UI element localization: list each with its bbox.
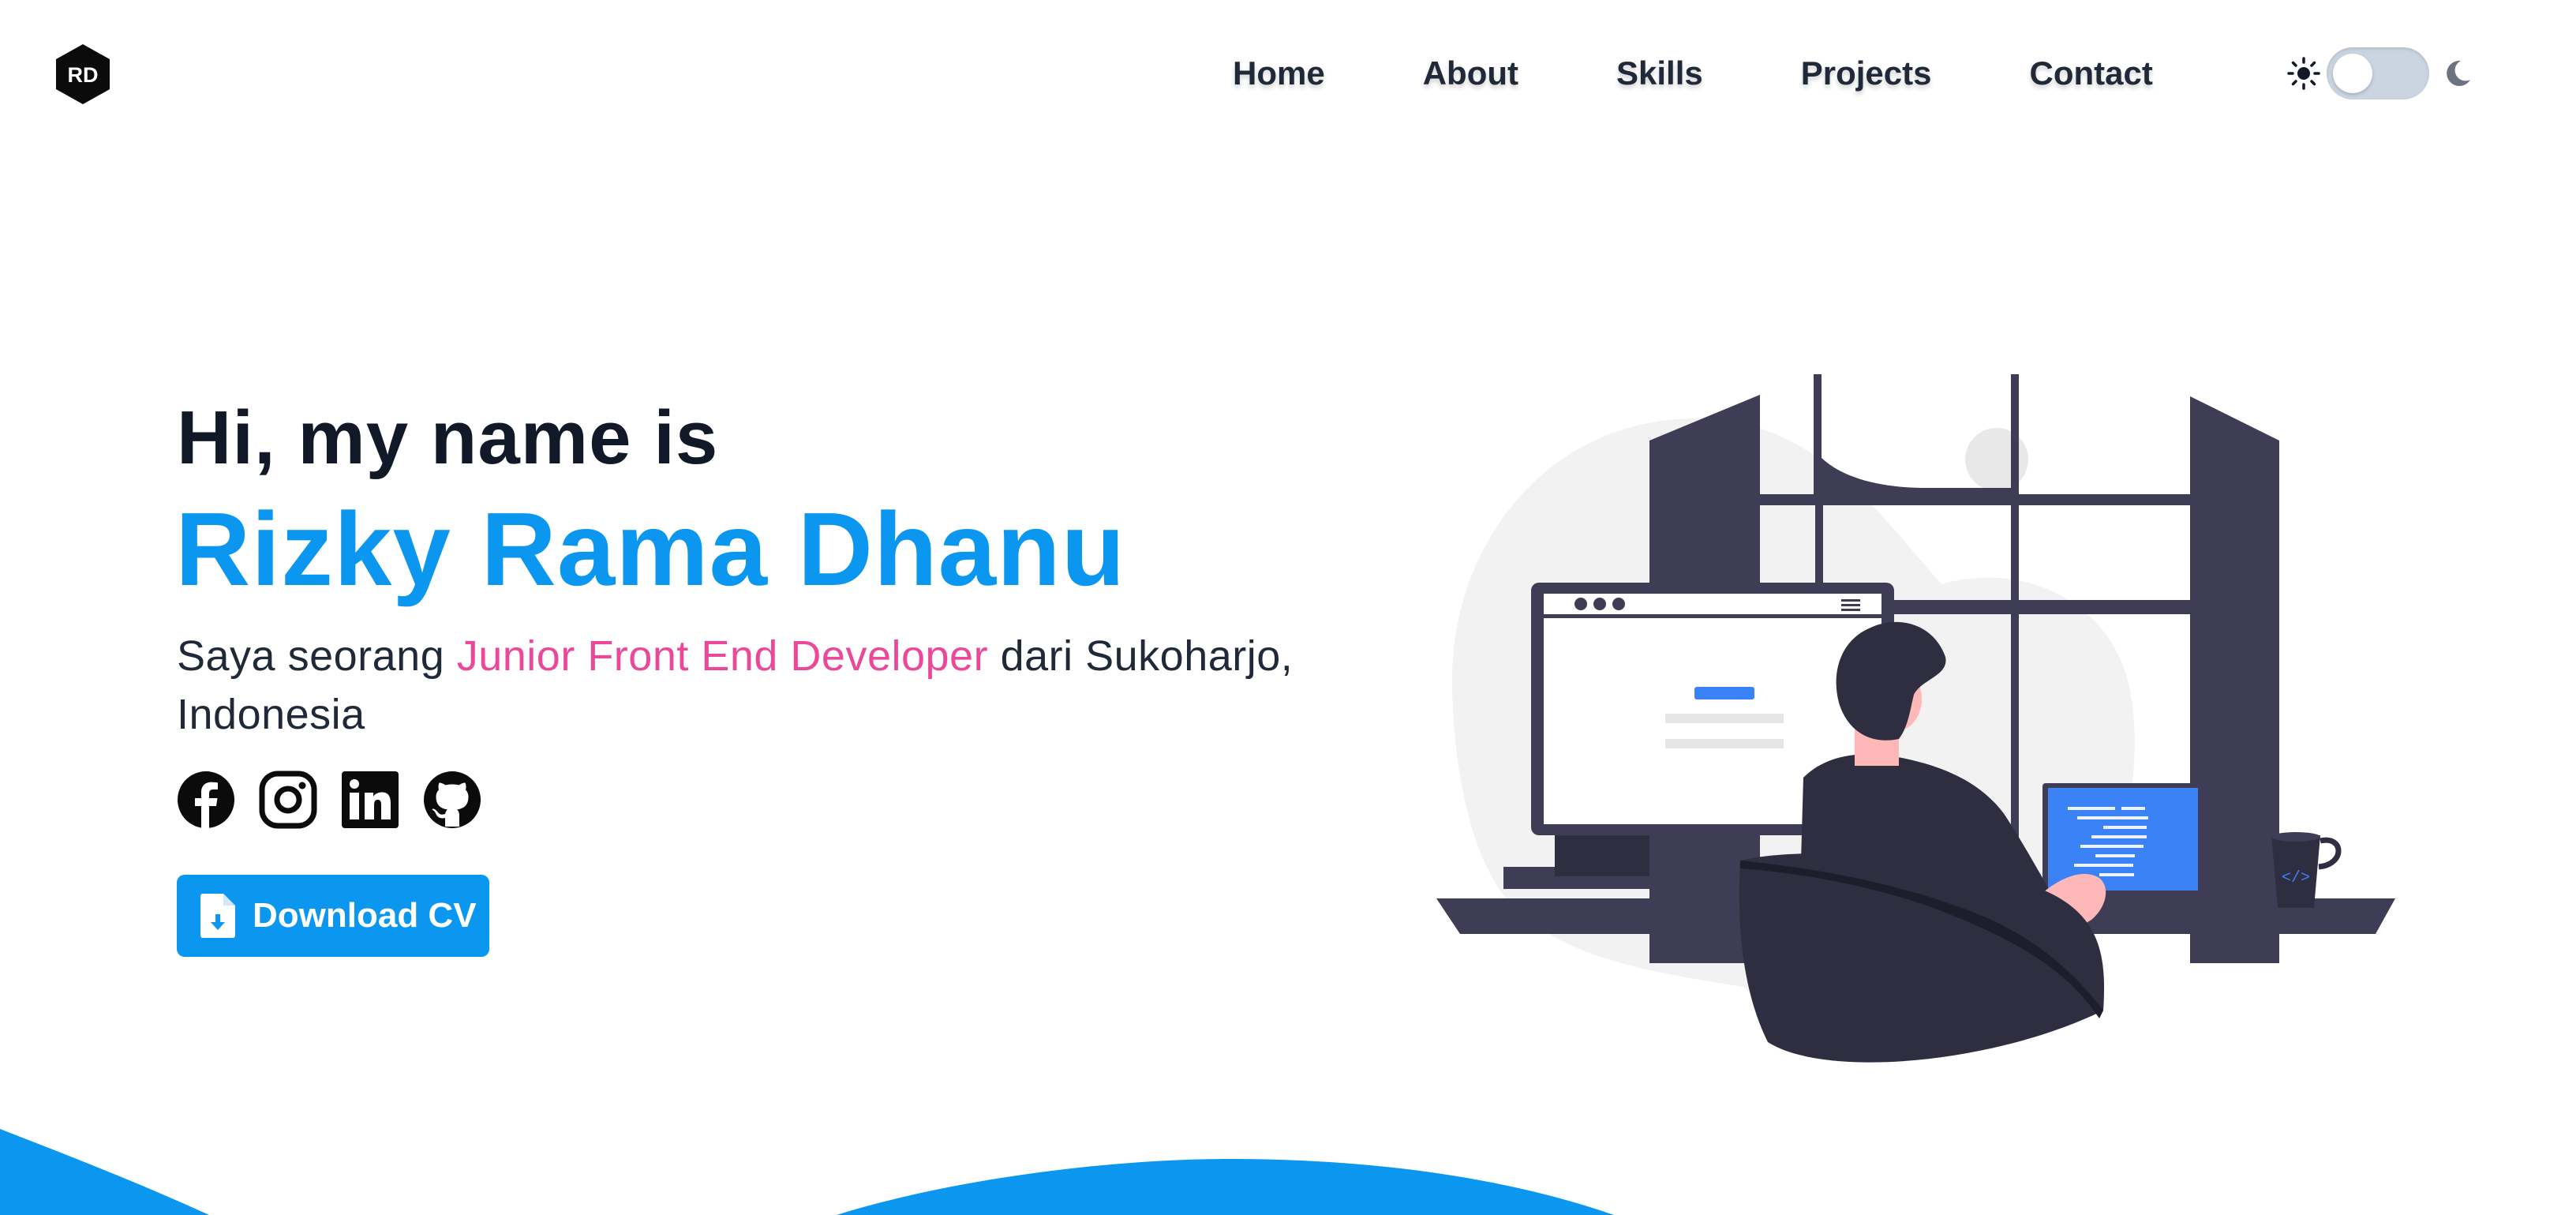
- linkedin-icon: [342, 771, 399, 828]
- theme-toggle[interactable]: [2327, 47, 2429, 99]
- nav-projects[interactable]: Projects: [1801, 54, 1932, 92]
- facebook-link[interactable]: [177, 771, 235, 829]
- facebook-icon: [178, 771, 234, 828]
- nav-home[interactable]: Home: [1233, 54, 1325, 92]
- screen-button: [1694, 687, 1754, 699]
- hero-name: Rizky Rama Dhanu: [175, 491, 1126, 607]
- hero-greeting: Hi, my name is: [177, 396, 719, 480]
- hero-illustration: </>: [1436, 363, 2399, 1074]
- moon-icon: [2447, 60, 2470, 86]
- toggle-knob: [2333, 54, 2372, 93]
- nav-contact[interactable]: Contact: [2030, 54, 2153, 92]
- nav-about[interactable]: About: [1423, 54, 1518, 92]
- window-bar-2: [1760, 494, 2190, 505]
- nav-skills[interactable]: Skills: [1616, 54, 1703, 92]
- download-cv-button[interactable]: Download CV: [177, 875, 489, 957]
- monitor-stand: [1555, 829, 1649, 876]
- instagram-icon: [259, 771, 317, 829]
- rd-logo-icon: RD: [56, 44, 110, 104]
- svg-text:RD: RD: [68, 63, 99, 87]
- site-logo[interactable]: RD: [54, 43, 112, 106]
- theme-switcher: [2287, 46, 2473, 101]
- sun-icon: [2287, 57, 2320, 90]
- svg-text:</>: </>: [2282, 869, 2310, 887]
- social-links: [177, 771, 505, 829]
- instagram-link[interactable]: [259, 771, 317, 829]
- linkedin-link[interactable]: [341, 771, 399, 829]
- hero-intro: Saya seorang Junior Front End Developer …: [177, 627, 1361, 744]
- download-cv-label: Download CV: [253, 896, 477, 935]
- main-nav: Home About Skills Projects Contact: [1233, 49, 2153, 98]
- intro-text-start: Saya seorang: [177, 632, 457, 680]
- github-icon: [424, 771, 481, 828]
- github-link[interactable]: [423, 771, 481, 829]
- bottom-wave: [0, 1105, 2576, 1215]
- file-download-icon: [200, 894, 235, 938]
- intro-role: Junior Front End Developer: [456, 632, 989, 680]
